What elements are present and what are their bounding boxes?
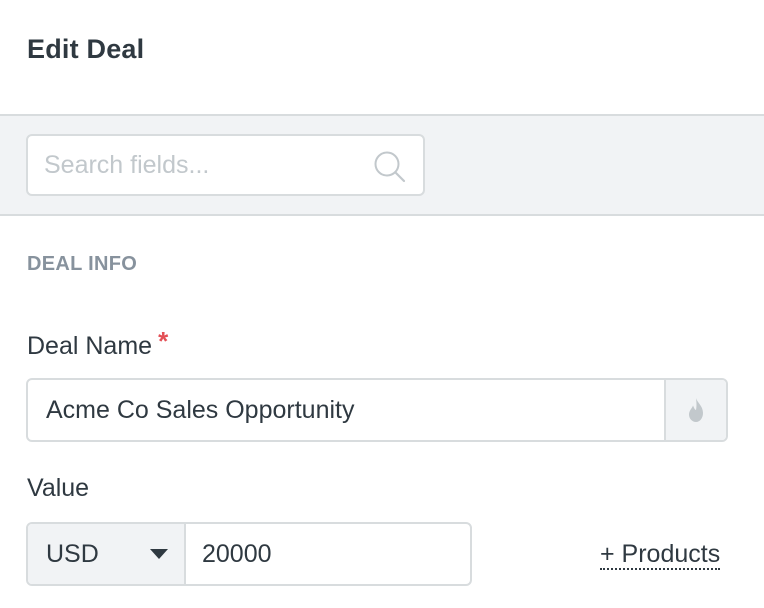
- search-input[interactable]: [44, 136, 364, 194]
- dialog-header: Edit Deal: [0, 0, 764, 116]
- deal-name-label-text: Deal Name: [27, 332, 153, 360]
- add-products-link[interactable]: + Products: [600, 540, 721, 570]
- currency-selected-value: USD: [46, 540, 99, 568]
- search-bar-area: [0, 116, 764, 216]
- deal-name-label: Deal Name *: [27, 326, 168, 361]
- currency-select[interactable]: USD: [28, 524, 186, 584]
- deal-name-addon[interactable]: [664, 380, 726, 440]
- flame-icon: [689, 398, 703, 422]
- search-icon: [374, 151, 406, 183]
- search-box[interactable]: [26, 134, 425, 196]
- value-field-group: USD: [26, 522, 472, 586]
- value-amount-input[interactable]: [202, 524, 452, 584]
- value-label: Value: [27, 474, 90, 502]
- deal-name-field[interactable]: [26, 378, 728, 442]
- required-asterisk: *: [158, 326, 169, 356]
- page-title: Edit Deal: [27, 34, 145, 64]
- caret-down-icon: [150, 549, 168, 559]
- deal-name-input[interactable]: [46, 380, 646, 440]
- section-heading: DEAL INFO: [27, 253, 138, 275]
